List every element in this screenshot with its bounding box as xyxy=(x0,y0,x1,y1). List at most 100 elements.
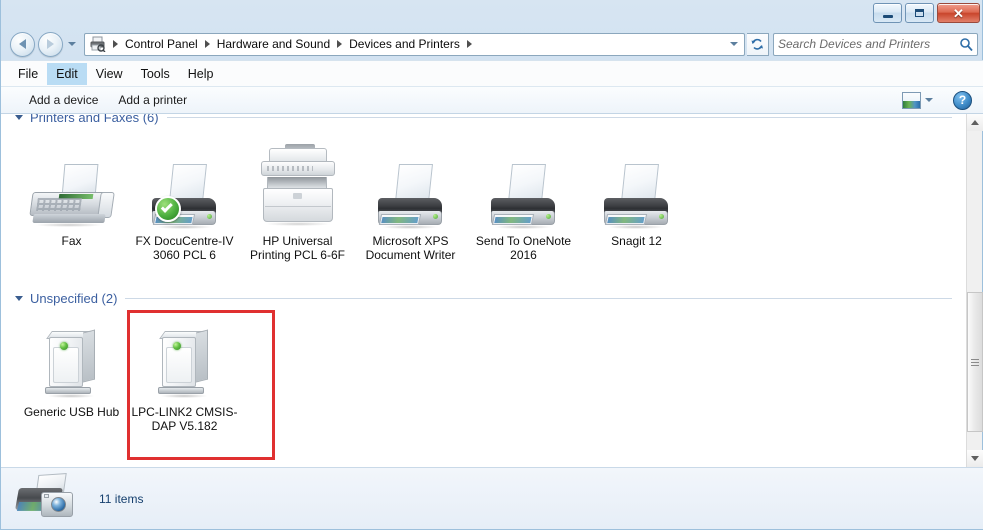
menu-item-help[interactable]: Help xyxy=(179,63,223,85)
device-tile-fx-docucentre-iv-3060-pcl-6[interactable]: FX DocuCentre-IV 3060 PCL 6 xyxy=(128,142,241,262)
menu-item-tools[interactable]: Tools xyxy=(132,63,179,85)
group-header-printers-and-faxes[interactable]: Printers and Faxes (6) xyxy=(15,114,968,128)
device-tile-microsoft-xps-document-writer[interactable]: Microsoft XPS Document Writer xyxy=(354,142,467,262)
chevron-down-icon xyxy=(971,456,979,461)
device-icon-wrap xyxy=(128,142,241,230)
title-bar: ✕ xyxy=(1,0,983,28)
search-input[interactable]: Search Devices and Printers xyxy=(778,37,959,51)
help-button[interactable]: ? xyxy=(953,90,972,110)
command-bar-right-group: ? xyxy=(902,90,978,110)
devices-list-area[interactable]: Printers and Faxes (6) Fax FX DocuCentre… xyxy=(1,114,968,467)
unspecified-tile-row: Generic USB Hub LPC-LINK2 CMSIS-DAP V5.1… xyxy=(15,309,968,433)
chevron-up-icon xyxy=(971,120,979,125)
refresh-icon xyxy=(751,38,763,50)
arrow-left-icon xyxy=(19,39,26,49)
usb-device-icon xyxy=(43,329,101,401)
printer-icon xyxy=(90,36,106,52)
minimize-button[interactable] xyxy=(873,3,902,23)
group-divider xyxy=(125,297,952,299)
group-divider xyxy=(166,116,952,118)
device-label: Snagit 12 xyxy=(611,234,662,248)
device-label: FX DocuCentre-IV 3060 PCL 6 xyxy=(135,234,234,262)
group-title-unspecified: Unspecified (2) xyxy=(30,290,118,306)
devices-and-printers-window: ✕ Control Panel Hardware and Sound Devic… xyxy=(0,0,983,530)
menu-bar: File Edit View Tools Help xyxy=(1,60,983,86)
default-printer-check-icon xyxy=(154,196,181,222)
breadcrumb-separator-icon xyxy=(113,40,118,48)
scroll-up-button[interactable] xyxy=(967,114,983,131)
vertical-scrollbar[interactable] xyxy=(966,114,983,467)
printer-icon xyxy=(601,164,673,230)
device-tile-fax[interactable]: Fax xyxy=(15,142,128,248)
breadcrumb-separator-icon xyxy=(204,40,210,48)
arrow-right-icon xyxy=(47,39,54,49)
device-icon-wrap xyxy=(128,325,241,401)
add-a-device-button[interactable]: Add a device xyxy=(19,89,108,111)
search-box[interactable]: Search Devices and Printers xyxy=(773,32,978,56)
multifunction-printer-icon xyxy=(259,144,337,230)
scrollbar-thumb[interactable] xyxy=(967,292,983,432)
view-dropdown-chevron-down-icon[interactable] xyxy=(925,98,933,102)
breadcrumb-separator-icon xyxy=(466,40,472,48)
device-icon-wrap xyxy=(241,142,354,230)
item-count-label: 11 items xyxy=(99,491,144,506)
device-icon-wrap xyxy=(15,325,128,401)
scrollbar-grip-icon xyxy=(971,358,979,366)
status-bar: 11 items xyxy=(1,467,983,529)
printer-camera-icon xyxy=(15,472,77,524)
breadcrumb-item-devices-and-printers[interactable]: Devices and Printers xyxy=(345,35,464,53)
fax-icon xyxy=(28,164,115,230)
collapse-triangle-icon[interactable] xyxy=(15,295,23,301)
close-icon: ✕ xyxy=(953,5,964,21)
command-bar: Add a device Add a printer ? xyxy=(1,86,983,114)
device-tile-snagit-12[interactable]: Snagit 12 xyxy=(580,142,693,248)
navigation-bar: Control Panel Hardware and Sound Devices… xyxy=(1,28,983,60)
close-button[interactable]: ✕ xyxy=(937,3,980,23)
search-icon[interactable] xyxy=(959,37,973,51)
minimize-icon xyxy=(882,14,893,18)
printers-tile-row: Fax FX DocuCentre-IV 3060 PCL 6 HP Unive… xyxy=(15,128,968,262)
chevron-down-icon xyxy=(730,42,738,46)
menu-item-view[interactable]: View xyxy=(87,63,132,85)
usb-device-icon xyxy=(156,329,214,401)
add-a-printer-button[interactable]: Add a printer xyxy=(108,89,197,111)
breadcrumb-item-control-panel[interactable]: Control Panel xyxy=(121,35,202,53)
change-view-button[interactable] xyxy=(902,91,921,109)
device-label: Send To OneNote 2016 xyxy=(475,234,572,262)
device-label: Fax xyxy=(61,234,82,248)
maximize-button[interactable] xyxy=(905,3,934,23)
breadcrumb-separator-icon xyxy=(337,40,343,48)
address-bar[interactable]: Control Panel Hardware and Sound Devices… xyxy=(84,32,745,56)
menu-item-edit[interactable]: Edit xyxy=(47,62,87,85)
device-label: Generic USB Hub xyxy=(23,405,120,419)
breadcrumb: Control Panel Hardware and Sound Devices… xyxy=(110,35,726,53)
printer-icon xyxy=(149,164,221,230)
address-dropdown-button[interactable] xyxy=(726,34,742,55)
maximize-icon xyxy=(915,9,924,17)
device-label: LPC-LINK2 CMSIS-DAP V5.182 xyxy=(131,405,238,433)
printer-icon xyxy=(375,164,447,230)
chevron-down-icon xyxy=(68,42,76,46)
device-label: Microsoft XPS Document Writer xyxy=(365,234,456,262)
history-dropdown-button[interactable] xyxy=(65,42,79,46)
device-icon-wrap xyxy=(580,142,693,230)
printer-icon xyxy=(488,164,560,230)
group-title-printers-and-faxes: Printers and Faxes (6) xyxy=(30,114,159,125)
breadcrumb-item-hardware-and-sound[interactable]: Hardware and Sound xyxy=(213,35,334,53)
device-tile-lpc-link2-cmsis-dap-v5-182[interactable]: LPC-LINK2 CMSIS-DAP V5.182 xyxy=(128,325,241,433)
device-icon-wrap xyxy=(15,142,128,230)
back-button[interactable] xyxy=(10,31,35,57)
refresh-button[interactable] xyxy=(747,32,769,56)
scroll-down-button[interactable] xyxy=(967,450,983,467)
window-controls: ✕ xyxy=(873,3,980,23)
forward-button[interactable] xyxy=(38,31,63,57)
view-thumbnail-icon xyxy=(903,100,920,108)
group-header-unspecified[interactable]: Unspecified (2) xyxy=(15,287,968,309)
device-tile-hp-universal-printing-pcl-6-6f[interactable]: HP Universal Printing PCL 6-6F xyxy=(241,142,354,262)
device-tile-send-to-onenote-2016[interactable]: Send To OneNote 2016 xyxy=(467,142,580,262)
collapse-triangle-icon[interactable] xyxy=(15,114,23,120)
device-tile-generic-usb-hub[interactable]: Generic USB Hub xyxy=(15,325,128,419)
device-icon-wrap xyxy=(354,142,467,230)
menu-item-file[interactable]: File xyxy=(9,63,47,85)
device-label: HP Universal Printing PCL 6-6F xyxy=(250,234,345,262)
